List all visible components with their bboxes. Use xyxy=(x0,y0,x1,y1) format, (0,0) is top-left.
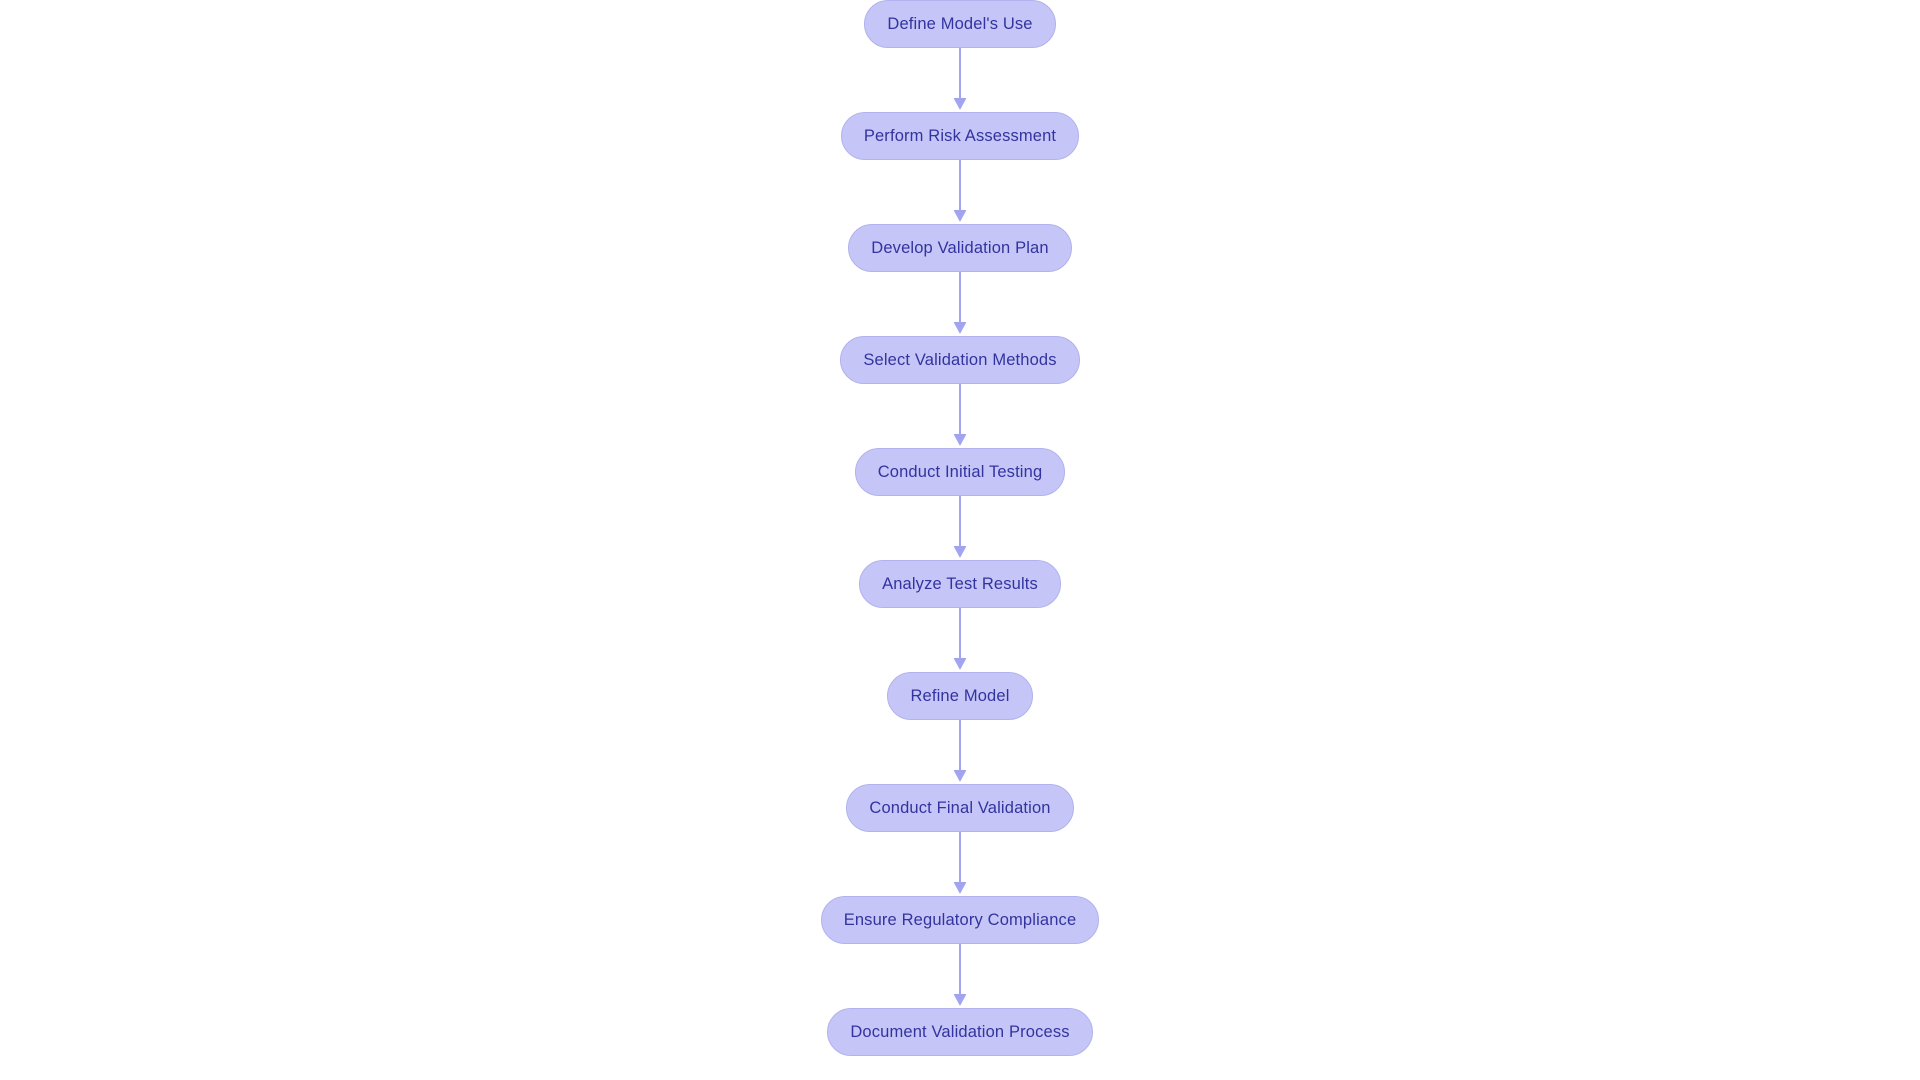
flow-node-label: Select Validation Methods xyxy=(863,350,1057,369)
flow-node-perform-risk-assessment[interactable]: Perform Risk Assessment xyxy=(840,112,1080,160)
flow-node-ensure-regulatory-compliance[interactable]: Ensure Regulatory Compliance xyxy=(820,896,1100,944)
flow-node-label: Ensure Regulatory Compliance xyxy=(843,910,1077,929)
flow-node-slot: Ensure Regulatory Compliance xyxy=(820,896,1100,1008)
flow-arrow-ensure-regulatory-compliance-to-document-validation-process xyxy=(953,944,967,1006)
flow-node-label: Analyze Test Results xyxy=(882,574,1038,593)
flow-node-slot: Conduct Initial Testing xyxy=(854,448,1066,560)
flow-node-slot: Select Validation Methods xyxy=(840,336,1080,448)
flow-arrow-refine-model-to-conduct-final-validation xyxy=(953,720,967,782)
flow-node-slot: Analyze Test Results xyxy=(859,560,1061,672)
arrowhead-icon xyxy=(953,994,967,1006)
flow-node-label: Document Validation Process xyxy=(850,1022,1070,1041)
flow-node-label: Refine Model xyxy=(910,686,1010,705)
arrowhead-icon xyxy=(953,434,967,446)
flow-node-slot: Define Model's Use xyxy=(864,0,1056,112)
flow-node-label: Conduct Initial Testing xyxy=(877,462,1043,481)
flow-node-document-validation-process[interactable]: Document Validation Process xyxy=(827,1008,1093,1056)
flow-node-label: Conduct Final Validation xyxy=(869,798,1051,817)
flow-node-develop-validation-plan[interactable]: Develop Validation Plan xyxy=(848,224,1072,272)
flow-arrow-select-validation-methods-to-conduct-initial-testing xyxy=(953,384,967,446)
arrowhead-icon xyxy=(953,770,967,782)
flow-node-label: Define Model's Use xyxy=(887,14,1033,33)
flowchart-canvas: Define Model's Use Perform Risk Assessmen… xyxy=(0,0,1920,1080)
flow-node-label: Perform Risk Assessment xyxy=(863,126,1057,145)
flow-arrow-perform-risk-assessment-to-develop-validation-plan xyxy=(953,160,967,222)
arrowhead-icon xyxy=(953,98,967,110)
arrowhead-icon xyxy=(953,658,967,670)
flow-node-analyze-test-results[interactable]: Analyze Test Results xyxy=(859,560,1061,608)
flow-arrow-define-models-use-to-perform-risk-assessment xyxy=(953,48,967,110)
flow-arrow-develop-validation-plan-to-select-validation-methods xyxy=(953,272,967,334)
flow-node-define-models-use[interactable]: Define Model's Use xyxy=(864,0,1056,48)
flow-node-slot: Document Validation Process xyxy=(827,1008,1093,1080)
flow-arrow-conduct-initial-testing-to-analyze-test-results xyxy=(953,496,967,558)
flow-node-conduct-final-validation[interactable]: Conduct Final Validation xyxy=(846,784,1074,832)
flow-arrow-conduct-final-validation-to-ensure-regulatory-compliance xyxy=(953,832,967,894)
flow-node-slot: Conduct Final Validation xyxy=(846,784,1074,896)
flowchart-node-column: Define Model's Use Perform Risk Assessmen… xyxy=(0,0,1920,1080)
arrowhead-icon xyxy=(953,882,967,894)
flow-node-slot: Perform Risk Assessment xyxy=(840,112,1080,224)
arrowhead-icon xyxy=(953,546,967,558)
flow-arrow-analyze-test-results-to-refine-model xyxy=(953,608,967,670)
flow-node-slot: Refine Model xyxy=(887,672,1033,784)
flow-node-label: Develop Validation Plan xyxy=(871,238,1049,257)
arrowhead-icon xyxy=(953,322,967,334)
flow-node-slot: Develop Validation Plan xyxy=(848,224,1072,336)
arrowhead-icon xyxy=(953,210,967,222)
flow-node-conduct-initial-testing[interactable]: Conduct Initial Testing xyxy=(854,448,1066,496)
flow-node-refine-model[interactable]: Refine Model xyxy=(887,672,1033,720)
flow-node-select-validation-methods[interactable]: Select Validation Methods xyxy=(840,336,1080,384)
